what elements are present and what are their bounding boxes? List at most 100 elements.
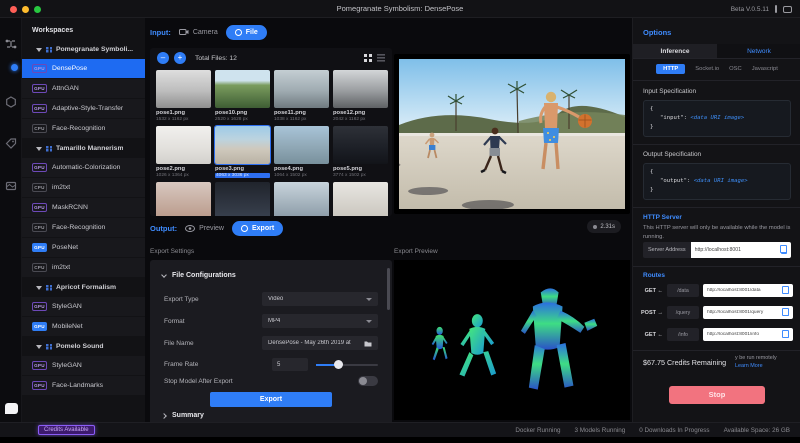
sidebar-item-adaptive-style-transfer[interactable]: GPU Adaptive-Style-Transfer	[22, 99, 145, 118]
file-card-pose10[interactable]: pose10.png 2520 x 1628 px	[215, 70, 270, 122]
file-card-cropped[interactable]	[333, 182, 388, 216]
export-type-select[interactable]: Video	[262, 292, 378, 306]
copy-icon[interactable]	[781, 285, 789, 294]
protocol-socketio[interactable]: Socket.io	[695, 66, 719, 72]
tab-inference[interactable]: Inference	[633, 44, 717, 58]
sidebar-item-automatic-colorization[interactable]: GPU Automatic-Colorization	[22, 158, 145, 177]
route-url-input[interactable]: http://localhost:8001/data	[703, 284, 793, 297]
export-output-button[interactable]: Export	[231, 220, 284, 236]
frame-rate-slider[interactable]	[316, 360, 378, 369]
copy-icon[interactable]	[779, 245, 787, 254]
grid-view-icon[interactable]	[364, 54, 372, 62]
learn-more-link[interactable]: Learn More	[735, 363, 797, 369]
file-card-pose2[interactable]: pose2.png 1026 x 1364 px	[156, 126, 211, 178]
http-server-description: This HTTP server will only be available …	[643, 225, 791, 240]
file-name: pose5.png	[333, 166, 362, 172]
file-name: pose10.png	[215, 110, 248, 116]
file-name: pose3.png	[215, 166, 244, 172]
add-files-button[interactable]: +	[174, 52, 186, 64]
credits-available-badge[interactable]: Credits Available	[38, 425, 95, 435]
frame-rate-label: Frame Rate	[164, 361, 199, 368]
copy-icon[interactable]	[781, 329, 789, 338]
sidebar-item-maskrcnn[interactable]: GPU MaskRCNN	[22, 198, 145, 217]
remove-files-button[interactable]: –	[157, 52, 169, 64]
model-browser-icon[interactable]	[5, 96, 17, 108]
help-chat-bubble-icon[interactable]	[5, 403, 18, 414]
stop-model-button[interactable]: Stop	[669, 386, 765, 404]
file-name: pose4.png	[274, 166, 303, 172]
model-label: MaskRCNN	[52, 204, 88, 211]
file-configurations-header[interactable]: File Configurations	[161, 271, 236, 279]
close-window-button[interactable]	[10, 6, 17, 13]
info-icon[interactable]	[775, 5, 777, 13]
file-input-button[interactable]: File	[225, 24, 267, 40]
minimize-window-button[interactable]	[22, 6, 29, 13]
summary-header[interactable]: Summary	[161, 412, 204, 419]
sidebar-header: Workspaces	[32, 27, 74, 34]
route-url-input[interactable]: http://localhost:8001/query	[703, 306, 793, 319]
sidebar-item-im2txt-2[interactable]: CPU im2txt	[22, 258, 145, 277]
file-dimensions: 2042 x 1162 px	[333, 117, 366, 122]
sidebar-item-mobilenet[interactable]: GPU MobileNet	[22, 317, 145, 336]
settings-scrollbar[interactable]	[387, 268, 390, 310]
file-card-cropped[interactable]	[274, 182, 329, 216]
route-name: /query	[667, 306, 699, 319]
clock-icon	[593, 224, 598, 229]
caret-down-icon	[36, 344, 42, 349]
camera-input-option[interactable]: Camera	[178, 28, 218, 36]
sidebar-item-stylegan[interactable]: GPU StyleGAN	[22, 297, 145, 316]
status-bar: Credits Available Docker Running 3 Model…	[0, 422, 800, 437]
file-card-pose12[interactable]: pose12.png 2042 x 1162 px	[333, 70, 388, 122]
sidebar-item-stylegan-2[interactable]: GPU StyleGAN	[22, 356, 145, 375]
file-card-pose5[interactable]: pose5.png 3774 x 1502 px	[333, 126, 388, 178]
sidebar-item-face-recognition[interactable]: CPU Face-Recognition	[22, 119, 145, 138]
protocol-osc[interactable]: OSC	[729, 66, 742, 72]
chat-icon[interactable]	[783, 5, 792, 13]
app-rail	[0, 18, 22, 422]
server-address-input[interactable]: http://localhost:8001	[690, 242, 791, 258]
route-name: /data	[667, 284, 699, 297]
workspace-group[interactable]: Apricot Formalism	[22, 278, 145, 297]
list-view-icon[interactable]	[377, 54, 385, 62]
sidebar-item-im2txt[interactable]: CPU im2txt	[22, 178, 145, 197]
tag-icon[interactable]	[5, 138, 17, 150]
file-card-pose1[interactable]: pose1.png 1532 x 1162 px	[156, 70, 211, 122]
export-button[interactable]: Export	[210, 392, 332, 407]
workspace-group[interactable]: Pomelo Sound	[22, 337, 145, 356]
file-card-pose11[interactable]: pose11.png 1038 x 1162 px	[274, 70, 329, 122]
workspace-icon	[46, 145, 52, 152]
sidebar-item-face-recognition-2[interactable]: CPU Face-Recognition	[22, 218, 145, 237]
protocol-javascript[interactable]: Javascript	[752, 66, 778, 72]
copy-icon[interactable]	[781, 307, 789, 316]
file-card-cropped[interactable]	[215, 182, 270, 216]
window-title: Pomegranate Symbolism: DensePose	[336, 4, 464, 13]
export-icon	[240, 224, 248, 232]
sidebar-item-posenet[interactable]: GPU PoseNet	[22, 238, 145, 257]
file-name-field[interactable]: DensePose - May 26th 2019 at	[262, 336, 378, 350]
tab-network[interactable]: Network	[717, 44, 800, 58]
workspace-group[interactable]: Pomegranate Symboli...	[22, 40, 145, 59]
slider-knob[interactable]	[334, 360, 343, 369]
file-card-pose3-selected[interactable]: pose3.png 4063 x 3036 px	[214, 125, 271, 178]
sidebar-item-face-landmarks[interactable]: GPU Face-Landmarks	[22, 376, 145, 395]
workspaces-icon[interactable]	[5, 38, 17, 50]
route-url-input[interactable]: http://localhost:8001/info	[703, 328, 793, 341]
chevron-right-icon	[161, 412, 167, 419]
model-label: PoseNet	[52, 244, 79, 251]
file-card-pose4[interactable]: pose4.png 1064 x 1502 px	[274, 126, 329, 178]
protocol-http[interactable]: HTTP	[656, 64, 686, 74]
format-select[interactable]: MP4	[262, 314, 378, 328]
file-card-cropped[interactable]	[156, 182, 211, 216]
workspace-group[interactable]: Tamarillo Mannerism	[22, 139, 145, 158]
downloads-status: 0 Downloads In Progress	[639, 426, 710, 434]
output-spec-code: { "output": <data URI image> }	[643, 163, 791, 200]
sidebar-item-attngan[interactable]: GPU AttnGAN	[22, 79, 145, 98]
frame-rate-input[interactable]: 5	[272, 358, 308, 371]
sidebar-item-densepose[interactable]: GPU DensePose	[22, 59, 145, 78]
densepose-output-image	[400, 264, 624, 416]
preview-output-option[interactable]: Preview	[185, 224, 224, 232]
assets-icon[interactable]	[5, 180, 17, 192]
stop-model-toggle[interactable]	[358, 376, 378, 386]
zoom-window-button[interactable]	[34, 6, 41, 13]
gpu-badge: GPU	[32, 381, 47, 390]
